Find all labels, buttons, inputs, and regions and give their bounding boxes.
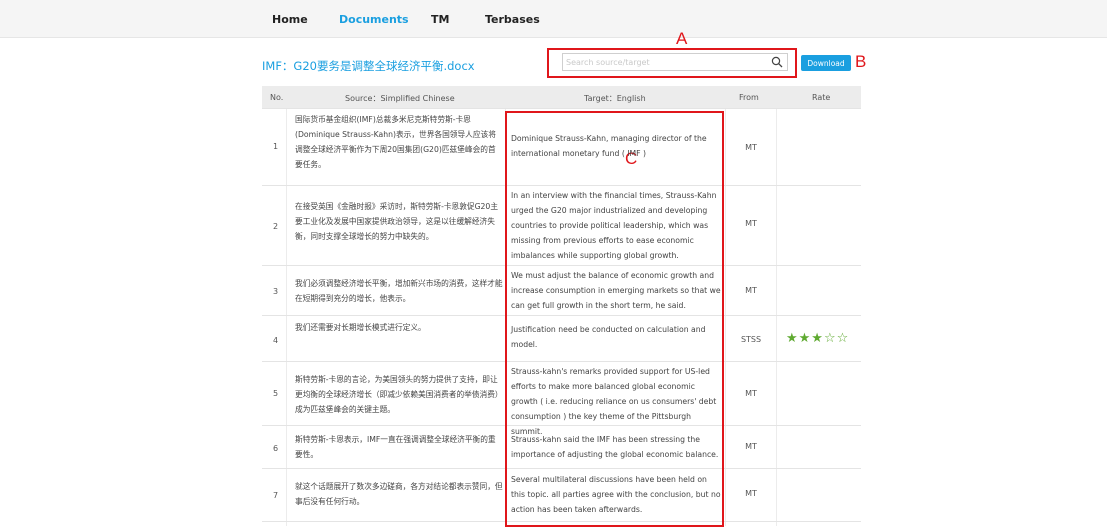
row-number: 1 bbox=[273, 142, 279, 151]
header-from: From bbox=[739, 93, 759, 102]
from-label: MT bbox=[745, 489, 757, 498]
source-text: 我们还需要对长期增长模式进行定义。 bbox=[295, 323, 426, 332]
row-number: 2 bbox=[273, 222, 279, 231]
row-number: 6 bbox=[273, 444, 279, 453]
from-label: MT bbox=[745, 219, 757, 228]
row-number: 3 bbox=[273, 287, 279, 296]
annotation-label-b: B bbox=[855, 52, 867, 71]
from-label: MT bbox=[745, 286, 757, 295]
header-rate: Rate bbox=[812, 93, 831, 102]
source-text: 就这个话题展开了数次多边磋商，各方对结论都表示赞同，但事后没有任何行动。 bbox=[295, 482, 503, 506]
header-target: Target：English bbox=[584, 94, 646, 103]
nav-home[interactable]: Home bbox=[272, 13, 308, 26]
source-text: 我们必须调整经济增长平衡，增加新兴市场的消费，这样才能在短期得到充分的增长，他表… bbox=[295, 279, 503, 303]
top-nav: Home Documents TM Terbases bbox=[0, 0, 1107, 38]
nav-documents[interactable]: Documents bbox=[339, 13, 409, 26]
nav-tm[interactable]: TM bbox=[431, 13, 449, 26]
from-label: MT bbox=[745, 442, 757, 451]
download-button[interactable]: Download bbox=[801, 55, 851, 71]
nav-terbases[interactable]: Terbases bbox=[485, 13, 540, 26]
search-icon[interactable] bbox=[771, 56, 783, 68]
search-box bbox=[562, 53, 788, 71]
source-text: 斯特劳斯-卡恩表示，IMF一直在强调调整全球经济平衡的重要性。 bbox=[295, 435, 496, 459]
header-source: Source：Simplified Chinese bbox=[345, 94, 455, 103]
source-text: 在接受英国《金融时报》采访时，斯特劳斯-卡恩敦促G20主要工业化及发展中国家提供… bbox=[295, 202, 499, 241]
header-no: No. bbox=[270, 93, 284, 102]
rating-stars[interactable]: ★★★☆☆ bbox=[786, 331, 849, 346]
search-input[interactable] bbox=[566, 55, 766, 69]
row-number: 7 bbox=[273, 491, 279, 500]
table-header: No. Source：Simplified Chinese Target：Eng… bbox=[262, 86, 861, 108]
annotation-label-a: A bbox=[676, 29, 688, 48]
annotation-box-c bbox=[505, 111, 724, 527]
from-label: MT bbox=[745, 143, 757, 152]
from-label: STSS bbox=[740, 335, 762, 344]
source-text: 斯特劳斯-卡恩的言论，为美国领头的努力提供了支持，即让更均衡的全球经济增长（即减… bbox=[295, 375, 503, 414]
row-number: 5 bbox=[273, 389, 279, 398]
document-title[interactable]: IMF：G20要务是调整全球经济平衡.docx bbox=[262, 58, 475, 74]
row-number: 4 bbox=[273, 336, 279, 345]
source-text: 国际货币基金组织(IMF)总裁多米尼克斯特劳斯-卡恩(Dominique Str… bbox=[295, 115, 496, 169]
from-label: MT bbox=[745, 389, 757, 398]
